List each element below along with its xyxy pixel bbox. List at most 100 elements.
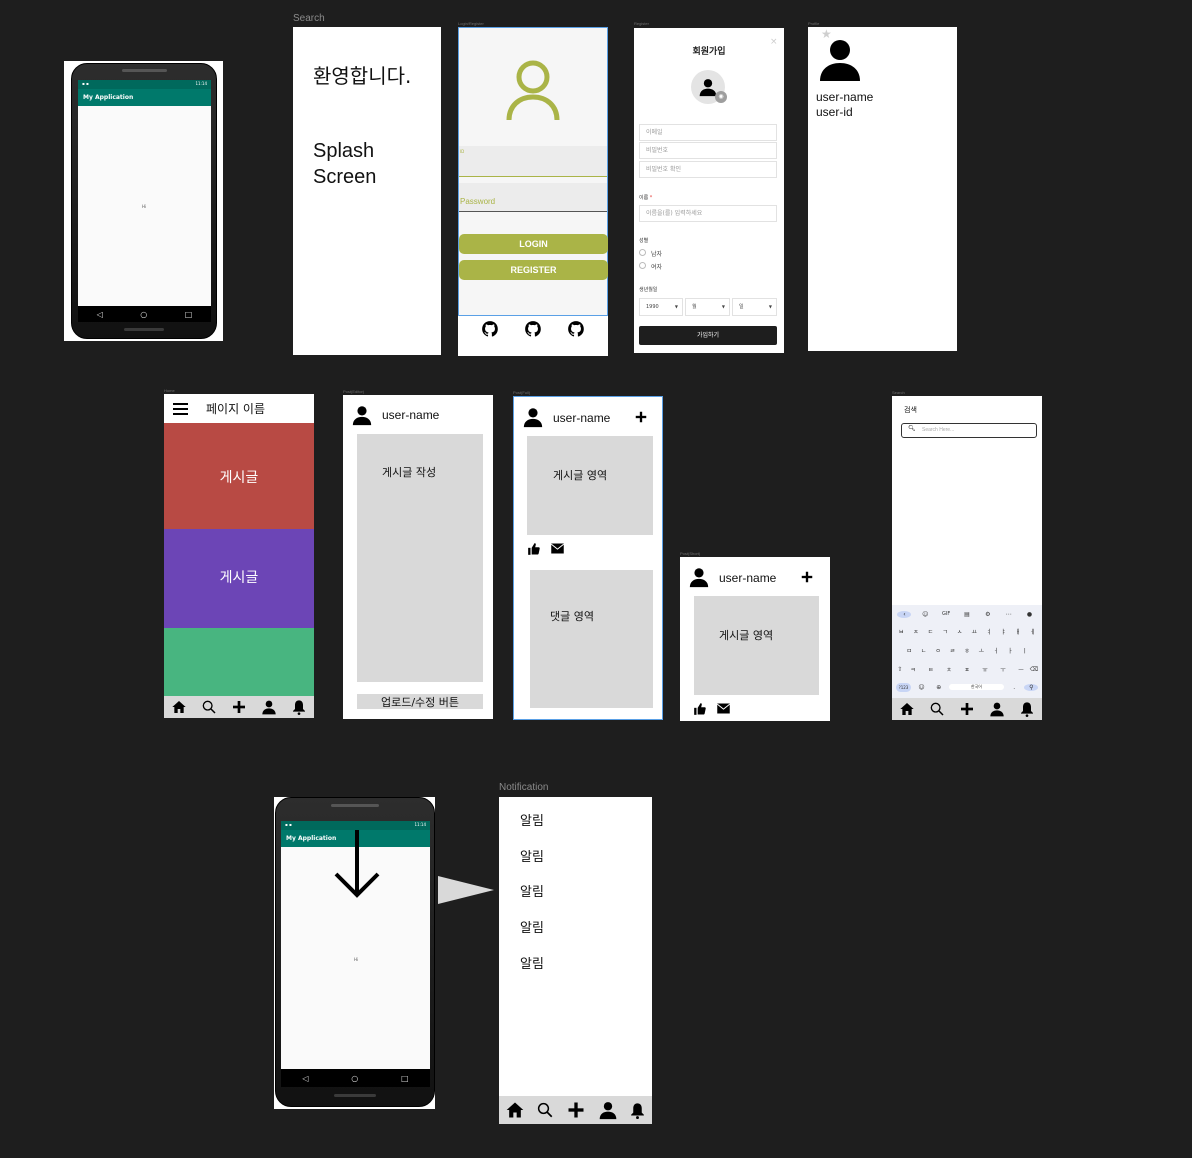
- notification-item[interactable]: 알림: [520, 810, 544, 829]
- search-icon[interactable]: [929, 701, 945, 717]
- search-key-icon[interactable]: ⚲: [1024, 683, 1039, 691]
- settings-icon[interactable]: ⚙: [981, 611, 995, 618]
- nav-home-icon[interactable]: ○: [351, 1074, 358, 1083]
- clipboard-icon[interactable]: ▤: [960, 611, 974, 618]
- nav-recent-icon[interactable]: □: [401, 1074, 409, 1083]
- home-icon[interactable]: [899, 701, 915, 717]
- nav-home-icon[interactable]: ○: [140, 310, 147, 319]
- plus-icon[interactable]: [800, 570, 814, 584]
- keyboard-key[interactable]: ㅛ: [967, 627, 981, 636]
- keyboard-key[interactable]: ㅁ: [902, 646, 916, 655]
- month-select[interactable]: 월 ▼: [685, 298, 730, 316]
- register-button[interactable]: REGISTER: [459, 260, 608, 280]
- keyboard-key[interactable]: ㅑ: [996, 627, 1010, 636]
- mic-icon[interactable]: ●: [1022, 611, 1036, 618]
- sticker-icon[interactable]: ☺: [918, 611, 932, 618]
- thumbs-up-icon[interactable]: [527, 542, 541, 556]
- mail-icon[interactable]: [716, 701, 731, 716]
- more-icon[interactable]: ⋯: [1002, 611, 1016, 618]
- keyboard-key[interactable]: ㅗ: [974, 646, 988, 655]
- home-icon[interactable]: [171, 699, 187, 715]
- keyboard-key[interactable]: ㄹ: [946, 646, 960, 655]
- bell-icon[interactable]: [291, 699, 307, 715]
- notification-item[interactable]: 알림: [520, 881, 544, 900]
- globe-icon[interactable]: ⊕: [932, 684, 946, 691]
- id-field[interactable]: ID: [459, 146, 607, 177]
- camera-icon[interactable]: ◉: [715, 91, 727, 103]
- space-key[interactable]: 한국어: [948, 684, 1004, 690]
- plus-icon[interactable]: [959, 701, 975, 717]
- keyboard-key[interactable]: ㅐ: [1011, 627, 1025, 636]
- nav-back-icon[interactable]: ◁: [302, 1074, 308, 1083]
- post-card-2[interactable]: 게시글: [164, 529, 314, 628]
- password-field[interactable]: 비밀번호: [639, 142, 777, 159]
- keyboard-back-icon[interactable]: ‹: [897, 610, 912, 618]
- plus-icon[interactable]: [231, 699, 247, 715]
- keyboard-key[interactable]: ㅕ: [982, 627, 996, 636]
- nav-back-icon[interactable]: ◁: [97, 310, 103, 319]
- home-icon[interactable]: [505, 1100, 525, 1120]
- github-icon[interactable]: [481, 320, 499, 338]
- keyboard-key[interactable]: ㅊ: [942, 665, 956, 674]
- submit-button[interactable]: 가입하기: [639, 326, 777, 345]
- keyboard-key[interactable]: ㅌ: [924, 665, 938, 674]
- keyboard-key[interactable]: ㅏ: [1003, 646, 1017, 655]
- mail-icon[interactable]: [550, 541, 565, 556]
- gender-male-radio[interactable]: 남자: [639, 249, 662, 258]
- keyboard-key[interactable]: ㅡ: [1014, 665, 1028, 674]
- password-confirm-field[interactable]: 비밀번호 확인: [639, 161, 777, 178]
- github-icon[interactable]: [567, 320, 585, 338]
- close-icon[interactable]: ×: [770, 37, 778, 47]
- keyboard-key[interactable]: ㅂ: [894, 627, 908, 636]
- keyboard-key[interactable]: ㄴ: [917, 646, 931, 655]
- post-card-1[interactable]: 게시글: [164, 423, 314, 529]
- person-icon[interactable]: [261, 699, 277, 715]
- keyboard-key[interactable]: ㅜ: [996, 665, 1010, 674]
- gender-female-radio[interactable]: 여자: [639, 262, 662, 271]
- shift-icon[interactable]: ⇧: [894, 666, 906, 673]
- bell-icon[interactable]: [629, 1102, 646, 1119]
- email-field[interactable]: 이메일: [639, 124, 777, 141]
- year-select[interactable]: 1990 ▼: [639, 298, 683, 316]
- keyboard-key[interactable]: ㄱ: [938, 627, 952, 636]
- keyboard-key[interactable]: ㅈ: [909, 627, 923, 636]
- keyboard-key[interactable]: ㄷ: [923, 627, 937, 636]
- keyboard-key[interactable]: ㅔ: [1026, 627, 1040, 636]
- person-icon[interactable]: [989, 701, 1005, 717]
- keyboard-key[interactable]: ㅅ: [953, 627, 967, 636]
- plus-icon[interactable]: [634, 410, 648, 424]
- symbols-key[interactable]: ?123: [895, 682, 912, 692]
- login-button[interactable]: LOGIN: [459, 234, 608, 254]
- backspace-icon[interactable]: ⌫: [1028, 666, 1040, 673]
- notification-item[interactable]: 알림: [520, 953, 544, 972]
- search-input[interactable]: 🔍︎ Search Here...: [901, 423, 1037, 438]
- day-select[interactable]: 일 ▼: [732, 298, 777, 316]
- keyboard-key[interactable]: ㅎ: [960, 646, 974, 655]
- keyboard-key[interactable]: ㅇ: [931, 646, 945, 655]
- keyboard-key[interactable]: ㅓ: [989, 646, 1003, 655]
- compose-area[interactable]: 게시글 작성: [357, 434, 483, 682]
- thumbs-up-icon[interactable]: [693, 702, 707, 716]
- bell-icon[interactable]: [1019, 701, 1035, 717]
- search-icon[interactable]: [536, 1101, 554, 1119]
- notification-item[interactable]: 알림: [520, 846, 544, 865]
- search-icon[interactable]: [201, 699, 217, 715]
- plus-icon[interactable]: [566, 1100, 586, 1120]
- name-field[interactable]: 이름을(를) 입력하세요: [639, 205, 777, 222]
- keyboard-key[interactable]: ㅠ: [978, 665, 992, 674]
- nav-recent-icon[interactable]: □: [185, 310, 193, 319]
- keyboard-key[interactable]: ㅋ: [906, 665, 920, 674]
- keyboard-key[interactable]: ㅍ: [960, 665, 974, 674]
- notification-item[interactable]: 알림: [520, 917, 544, 936]
- post-card-3[interactable]: [164, 628, 314, 696]
- avatar-placeholder[interactable]: ◉: [691, 70, 727, 104]
- password-field[interactable]: Password: [459, 183, 607, 212]
- person-icon[interactable]: [598, 1100, 618, 1120]
- emoji-icon[interactable]: ☺: [915, 684, 929, 691]
- github-icon[interactable]: [524, 320, 542, 338]
- keyboard-key[interactable]: ㅣ: [1018, 646, 1032, 655]
- gif-button[interactable]: GIF: [939, 611, 953, 617]
- period-key[interactable]: .: [1007, 684, 1021, 691]
- upload-button[interactable]: 업로드/수정 버튼: [357, 694, 483, 709]
- menu-icon[interactable]: [173, 403, 188, 416]
